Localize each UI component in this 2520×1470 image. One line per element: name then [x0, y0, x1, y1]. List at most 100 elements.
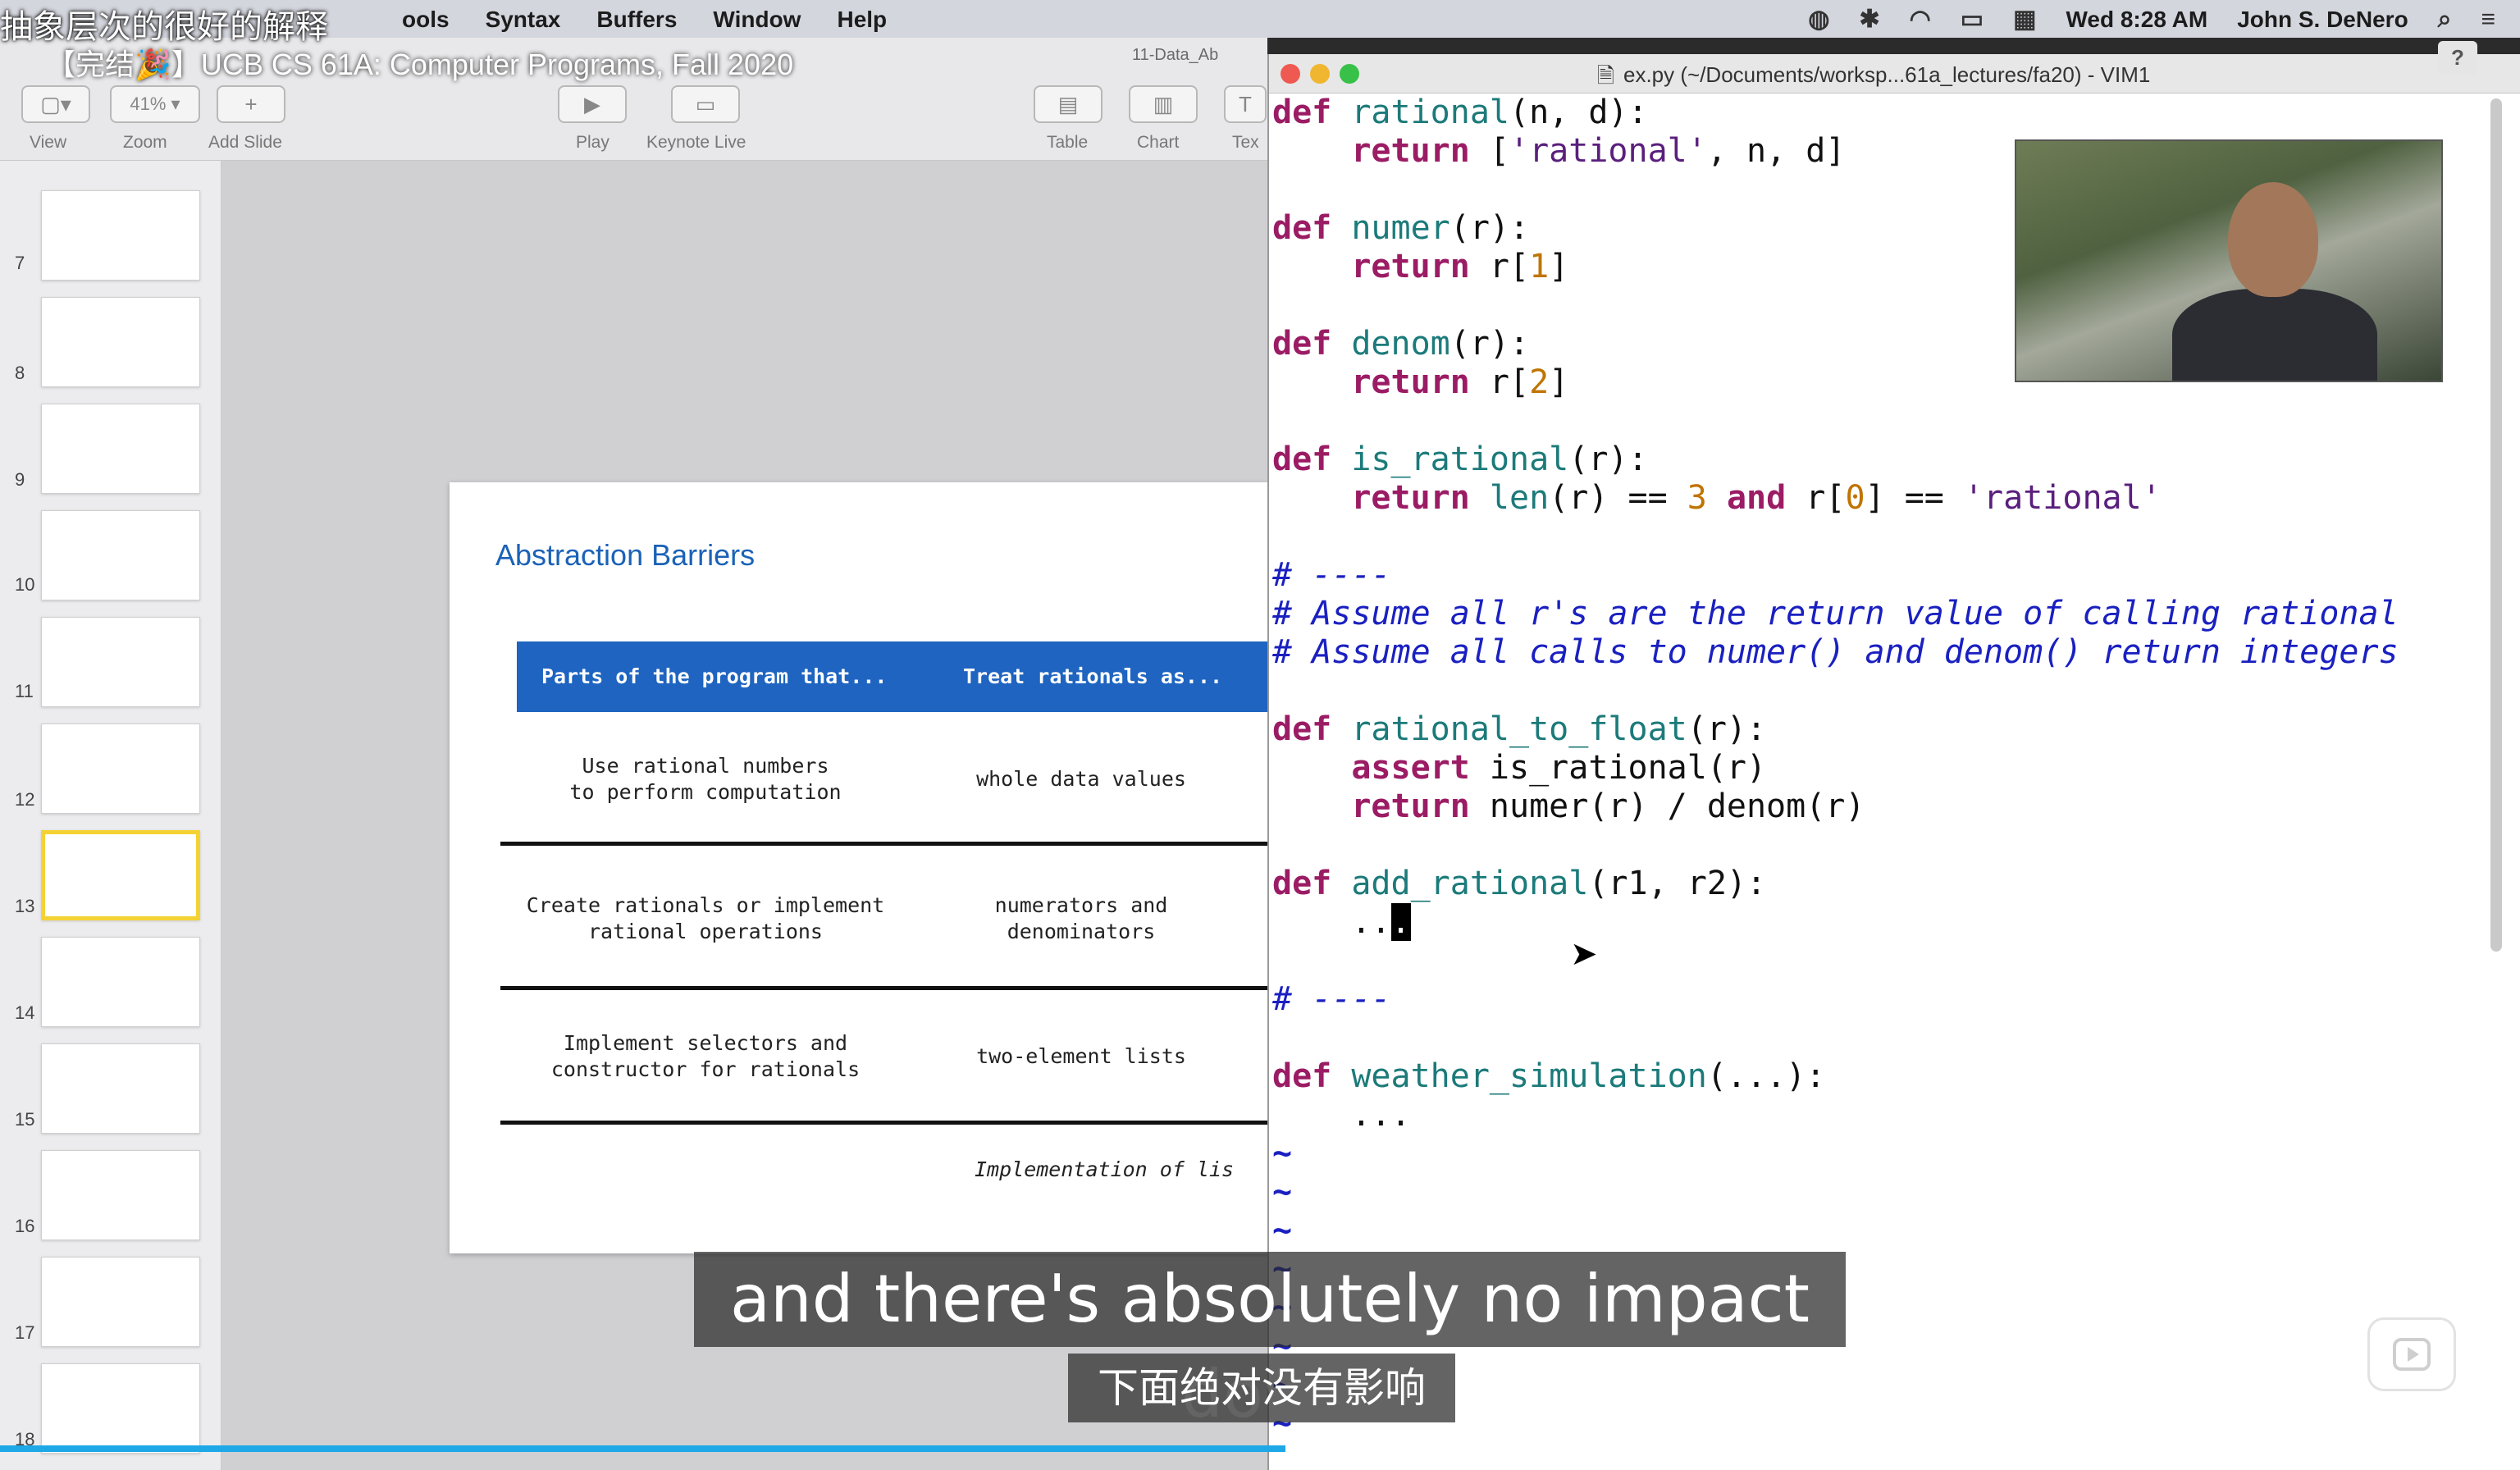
- minimize-button[interactable]: [1310, 64, 1330, 84]
- video-play-button[interactable]: [2367, 1317, 2456, 1391]
- header-col1: Parts of the program that...: [541, 664, 888, 688]
- vim-scrollbar[interactable]: [2490, 98, 2502, 952]
- subtitle-english: and there's absolutely no impact down: [694, 1252, 1846, 1432]
- video-title: 【完结🎉】UCB CS 61A: Computer Programs, Fall…: [46, 48, 794, 81]
- table-rule: [500, 1121, 1270, 1125]
- presenter-body: [2172, 289, 2377, 381]
- table-icon[interactable]: ▤: [1034, 85, 1102, 123]
- slide-thumbnail[interactable]: [41, 937, 200, 1027]
- slide-number: 16: [15, 1216, 35, 1236]
- row1-col1-line2: to perform computation: [569, 780, 842, 804]
- menubar: ools Syntax Buffers Window Help ◍ ✱ ◠ ▭ …: [0, 0, 2520, 38]
- wifi-icon[interactable]: ◠: [1910, 5, 1931, 34]
- row1-col2: whole data values: [976, 767, 1186, 791]
- battery-icon[interactable]: ▭: [1961, 5, 1984, 34]
- play-label: Play: [576, 133, 609, 152]
- mouse-cursor-icon: ➤: [1570, 936, 1598, 972]
- table-rule: [500, 986, 1270, 990]
- view-label: View: [30, 133, 67, 152]
- close-button[interactable]: [1281, 64, 1300, 84]
- row1-col1: Use rational numbers to perform computat…: [517, 753, 894, 806]
- menu-help[interactable]: Help: [837, 7, 887, 33]
- row2-col2: numerators and denominators: [909, 892, 1253, 945]
- subtitle-chinese: 下面绝对没有影响: [1068, 1354, 1455, 1422]
- row3-col2: two-element lists: [976, 1044, 1186, 1068]
- presenter-head: [2228, 182, 2318, 297]
- menu-syntax[interactable]: Syntax: [486, 7, 561, 33]
- slide-title: Abstraction Barriers: [495, 538, 756, 572]
- slide-number: 7: [15, 253, 25, 273]
- slide-number: 9: [15, 469, 25, 490]
- current-slide[interactable]: Abstraction Barriers Parts of the progra…: [450, 482, 1270, 1253]
- table-label: Table: [1047, 133, 1089, 152]
- row2-col2-line2: denominators: [1007, 920, 1156, 943]
- slide-number: 10: [15, 574, 35, 595]
- row3-col1: Implement selectors and constructor for …: [517, 1030, 894, 1083]
- user-name[interactable]: John S. DeNero: [2237, 7, 2408, 33]
- slide-thumbnail[interactable]: [41, 1043, 200, 1134]
- row2-col2-line1: numerators and: [994, 893, 1168, 917]
- menu-window[interactable]: Window: [713, 7, 801, 33]
- menu-buffers[interactable]: Buffers: [596, 7, 677, 33]
- help-icon[interactable]: ?: [2438, 41, 2477, 74]
- bluetooth-icon[interactable]: ✱: [1859, 5, 1879, 34]
- slide-thumbnail[interactable]: [41, 617, 200, 707]
- slide-thumbnail[interactable]: [41, 724, 200, 814]
- add-slide-icon[interactable]: +: [217, 85, 285, 123]
- slide-number: 11: [15, 681, 34, 701]
- slide-thumbnail[interactable]: [41, 297, 200, 387]
- webcam-feed: [2015, 139, 2443, 382]
- slide-number: 12: [15, 789, 35, 810]
- mic-icon[interactable]: ◍: [1808, 5, 1829, 34]
- calendar-icon[interactable]: ▦: [2013, 5, 2036, 34]
- play-icon: [2393, 1338, 2431, 1371]
- keynote-live-label: Keynote Live: [646, 133, 746, 152]
- add-slide-label: Add Slide: [208, 133, 282, 152]
- text-label: Tex: [1232, 133, 1259, 152]
- slide-thumbnail[interactable]: [41, 510, 200, 600]
- table-rule: [500, 842, 1270, 846]
- row1-col1-line1: Use rational numbers: [582, 754, 829, 778]
- control-center-icon[interactable]: ≡: [2481, 6, 2495, 34]
- slide-footer: Implementation of lis: [975, 1157, 1235, 1181]
- chart-label: Chart: [1137, 133, 1180, 152]
- row3-col1-line2: constructor for rationals: [550, 1057, 861, 1081]
- slide-thumbnail[interactable]: [41, 1257, 200, 1347]
- menu-tools[interactable]: ools: [402, 7, 450, 33]
- document-tab[interactable]: 11-Data_Ab: [1132, 46, 1218, 65]
- zoom-value: 41%: [130, 94, 167, 114]
- video-progress-fill[interactable]: [0, 1445, 1285, 1452]
- zoom-select[interactable]: 41% ▾: [110, 85, 200, 123]
- status-area: ◍ ✱ ◠ ▭ ▦ Wed 8:28 AM John S. DeNero ⌕ ≡: [1808, 5, 2495, 34]
- row2-col1-line2: rational operations: [588, 920, 823, 943]
- slide-thumbnail[interactable]: [41, 1150, 200, 1240]
- row2-col1: Create rationals or implement rational o…: [517, 892, 894, 945]
- header-col2: Treat rationals as...: [963, 664, 1223, 688]
- slide-thumbnail-selected[interactable]: [41, 830, 200, 920]
- keynote-live-icon[interactable]: ▭: [671, 85, 740, 123]
- slide-number: 17: [15, 1322, 35, 1343]
- vim-titlebar: 🗎 ex.py (~/Documents/worksp...61a_lectur…: [1269, 54, 2520, 94]
- vim-title: ex.py (~/Documents/worksp...61a_lectures…: [1623, 62, 2151, 87]
- slide-navigator: 7 8 9 10 11 12 13 14 15 16 17 18: [0, 161, 221, 1470]
- chart-icon[interactable]: ▥: [1129, 85, 1198, 123]
- slide-number: 15: [15, 1109, 35, 1130]
- slide-thumbnail[interactable]: [41, 404, 200, 494]
- row3-col1-line1: Implement selectors and: [563, 1031, 848, 1055]
- zoom-label: Zoom: [123, 133, 167, 152]
- row2-col1-line1: Create rationals or implement: [526, 893, 885, 917]
- slide-number: 13: [15, 896, 35, 916]
- maximize-button[interactable]: [1340, 64, 1359, 84]
- view-icon[interactable]: ▢▾: [21, 85, 90, 123]
- play-icon[interactable]: ▶: [558, 85, 627, 123]
- slide-number: 14: [15, 1002, 35, 1023]
- slide-number: 8: [15, 363, 25, 383]
- slide-thumbnail[interactable]: [41, 190, 200, 281]
- search-icon[interactable]: ⌕: [2438, 6, 2452, 34]
- file-icon: 🗎: [1597, 63, 1614, 88]
- text-icon[interactable]: T: [1224, 85, 1267, 123]
- clock[interactable]: Wed 8:28 AM: [2066, 7, 2207, 33]
- table-header: Parts of the program that... Treat ratio…: [517, 641, 1270, 712]
- menu-list: ools Syntax Buffers Window Help: [402, 7, 887, 33]
- slide-thumbnail[interactable]: [41, 1363, 200, 1454]
